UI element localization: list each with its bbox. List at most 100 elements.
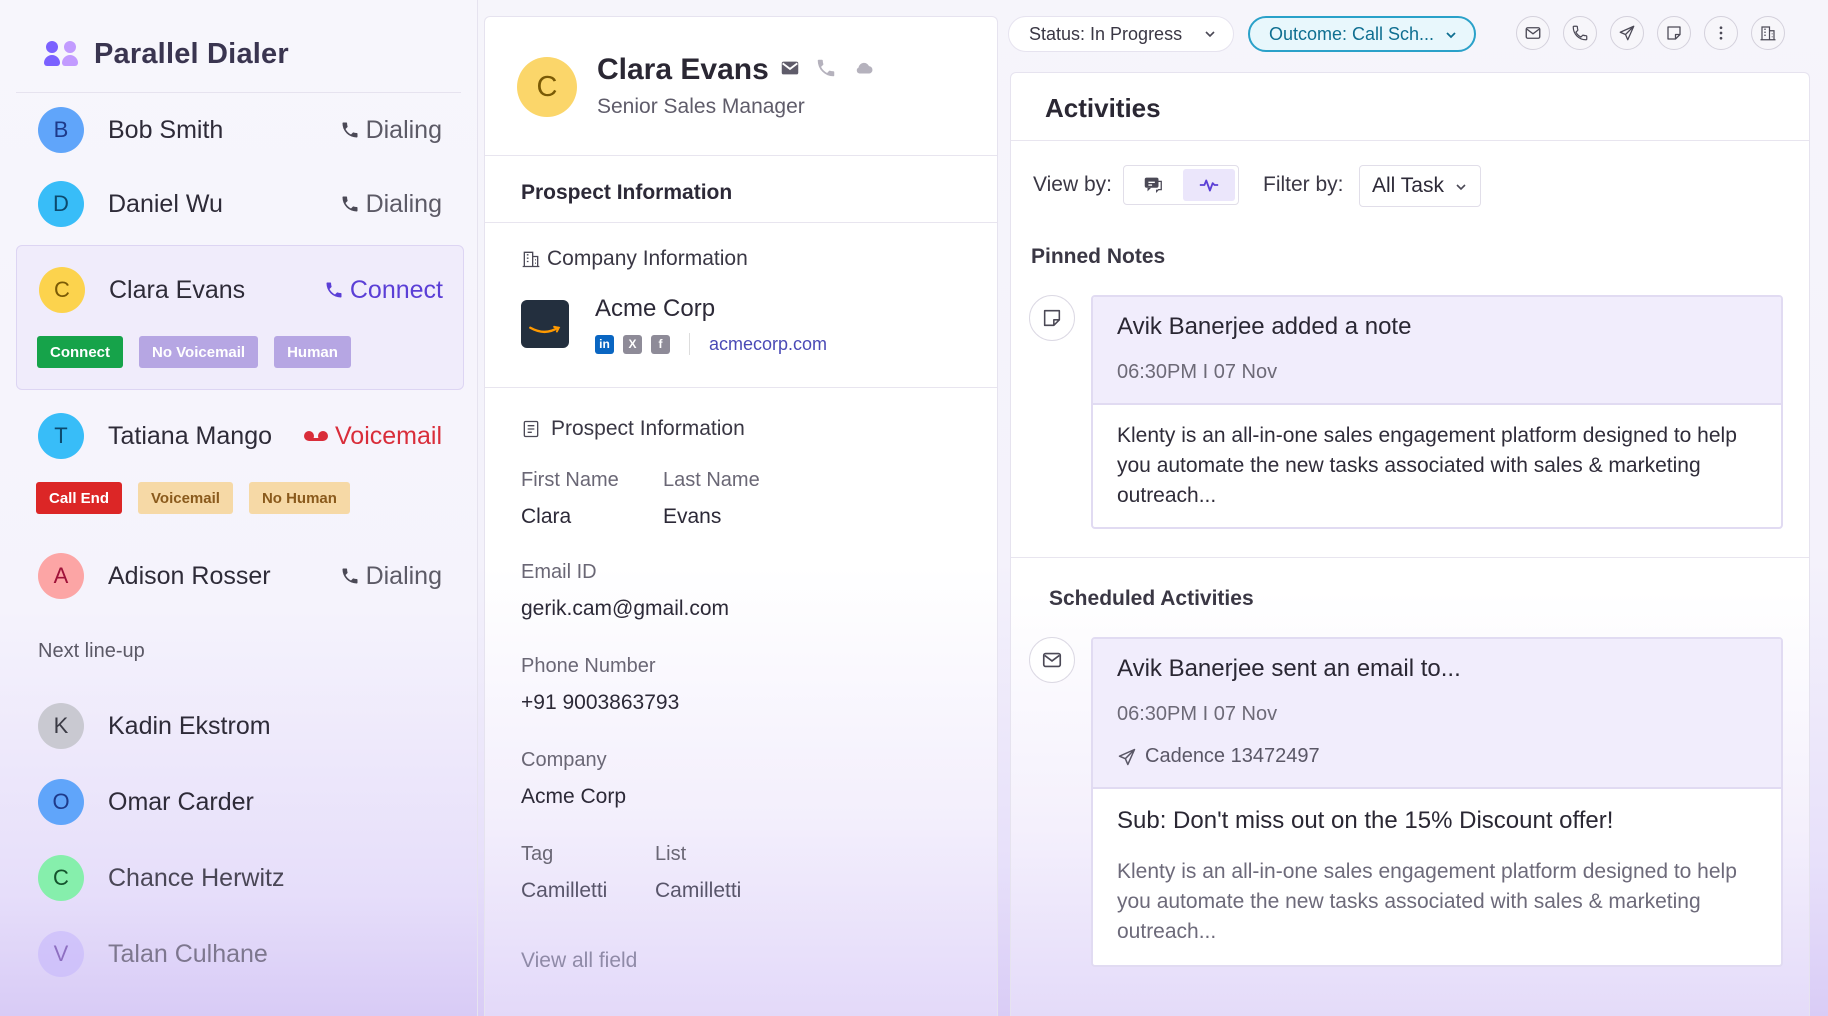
divider — [1011, 140, 1809, 141]
lineup-contact-row[interactable]: C Chance Herwitz — [16, 840, 464, 916]
voicemail-status: Voicemail — [303, 422, 442, 451]
cloud-icon[interactable] — [851, 57, 877, 79]
send-button[interactable] — [1610, 16, 1644, 50]
section-title: Prospect Information — [521, 181, 733, 204]
next-lineup-label: Next line-up — [38, 640, 145, 662]
avatar: A — [38, 553, 84, 599]
activity-heading: Avik Banerjee sent an email to... — [1117, 655, 1461, 682]
pinned-note-card[interactable]: Avik Banerjee added a note 06:30PM I 07 … — [1091, 295, 1783, 529]
company-social-links: in X f acmecorp.com — [595, 333, 827, 355]
lineup-contact-row[interactable]: O Omar Carder — [16, 764, 464, 840]
last-name-label: Last Name — [663, 469, 760, 491]
tag-human[interactable]: Human — [274, 336, 351, 368]
view-all-fields-link[interactable]: View all field — [521, 949, 637, 973]
first-name-value: Clara — [521, 505, 572, 528]
dialer-contact-row[interactable]: A Adison Rosser Dialing — [16, 538, 464, 614]
dialer-contact-row[interactable]: D Daniel Wu Dialing — [16, 166, 464, 242]
dialer-contact-row[interactable]: B Bob Smith Dialing — [16, 92, 464, 168]
avatar: D — [38, 181, 84, 227]
lineup-contact-row[interactable]: V Talan Culhane — [16, 916, 464, 992]
scheduled-activity-card[interactable]: Avik Banerjee sent an email to... 06:30P… — [1091, 637, 1783, 967]
phone-value: +91 9003863793 — [521, 691, 680, 714]
company-label: Company — [521, 749, 607, 771]
dialing-status: Dialing — [340, 190, 442, 219]
tag-no-voicemail[interactable]: No Voicemail — [139, 336, 259, 368]
tag-voicemail[interactable]: Voicemail — [138, 482, 233, 514]
avatar: C — [39, 267, 85, 313]
tag-call-end[interactable]: Call End — [36, 482, 123, 514]
activity-timestamp: 06:30PM I 07 Nov — [1117, 703, 1278, 725]
x-icon[interactable]: X — [623, 334, 642, 354]
active-call-card[interactable]: C Clara Evans Connect Connect No Voicema… — [16, 245, 464, 390]
connect-status: Connect — [324, 276, 443, 305]
phone-label: Phone Number — [521, 655, 656, 677]
email-value: gerik.cam@gmail.com — [521, 597, 730, 620]
dialing-status: Dialing — [340, 562, 442, 591]
phone-icon[interactable] — [815, 57, 837, 79]
status-label: Dialing — [365, 561, 442, 590]
company-url-link[interactable]: acmecorp.com — [709, 334, 827, 355]
lineup-contact-row[interactable]: K Kadin Ekstrom — [16, 688, 464, 764]
dialer-contact-row[interactable]: C Clara Evans Connect — [17, 246, 465, 334]
action-toolbar: Status: In Progress Outcome: Call Sch... — [1008, 16, 1820, 56]
email-timeline-icon — [1029, 637, 1075, 683]
status-label: Dialing — [365, 115, 442, 144]
more-button[interactable] — [1704, 16, 1738, 50]
scheduled-activities-title: Scheduled Activities — [1049, 587, 1254, 610]
note-timeline-icon — [1029, 295, 1075, 341]
company-info-label: Company Information — [547, 247, 748, 270]
prospect-avatar: C — [517, 57, 577, 117]
email-subject: Sub: Don't miss out on the 15% Discount … — [1117, 807, 1614, 834]
note-button[interactable] — [1657, 16, 1691, 50]
last-name-value: Evans — [663, 505, 722, 528]
activity-pulse-icon — [1199, 179, 1219, 192]
note-heading: Avik Banerjee added a note — [1117, 313, 1412, 340]
chevron-down-icon — [1205, 31, 1215, 38]
phone-icon — [342, 568, 358, 584]
tag-no-human[interactable]: No Human — [248, 482, 350, 514]
send-icon — [1619, 25, 1635, 41]
email-icon[interactable] — [779, 57, 801, 79]
outcome-dropdown[interactable]: Outcome: Call Sch... — [1248, 16, 1476, 52]
cadence-label: Cadence 13472497 — [1145, 745, 1320, 767]
avatar: T — [38, 413, 84, 459]
company-button[interactable] — [1751, 16, 1785, 50]
linkedin-icon[interactable]: in — [595, 334, 614, 354]
app-frame: Parallel Dialer B Bob Smith Dialing D Da… — [0, 0, 1828, 1016]
contact-name: Omar Carder — [108, 787, 254, 816]
chat-icon — [1144, 177, 1162, 193]
activities-panel: Activities View by: Filter by: All Task … — [1010, 72, 1810, 1016]
status-dropdown[interactable]: Status: In Progress — [1008, 16, 1234, 52]
facebook-icon[interactable]: f — [651, 334, 670, 354]
call-button[interactable] — [1563, 16, 1597, 50]
phone-icon — [326, 282, 342, 298]
toolbar-icons — [1516, 16, 1785, 50]
divider — [1011, 557, 1809, 558]
avatar: V — [38, 931, 84, 977]
filter-by-select[interactable]: All Task — [1359, 165, 1481, 207]
outcome-dropdown-label: Outcome: Call Sch... — [1269, 23, 1435, 44]
note-header: Avik Banerjee added a note 06:30PM I 07 … — [1093, 297, 1781, 405]
contact-name: Kadin Ekstrom — [108, 711, 271, 740]
prospect-info-label: Prospect Information — [551, 417, 745, 440]
smile-logo-icon — [529, 325, 561, 334]
pinned-notes-title: Pinned Notes — [1031, 245, 1166, 268]
view-by-conversation-button[interactable] — [1127, 169, 1179, 201]
more-icon — [1719, 26, 1723, 40]
divider — [485, 155, 997, 156]
send-icon — [1118, 748, 1136, 765]
view-by-activity-button[interactable] — [1183, 169, 1235, 201]
status-dropdown-label: Status: In Progress — [1029, 23, 1183, 44]
chevron-down-icon — [1456, 184, 1466, 191]
prospect-info-header: Prospect Information — [521, 417, 745, 441]
building-icon — [522, 251, 540, 268]
dialer-contact-row[interactable]: T Tatiana Mango Voicemail — [16, 398, 464, 474]
prospect-quick-actions — [779, 57, 877, 79]
prospect-panel: C Clara Evans Senior Sales Manager Prosp… — [484, 16, 998, 1016]
prospect-job-title: Senior Sales Manager — [597, 95, 805, 118]
tag-connect[interactable]: Connect — [37, 336, 123, 368]
avatar: C — [38, 855, 84, 901]
note-timestamp: 06:30PM I 07 Nov — [1117, 361, 1278, 383]
email-button[interactable] — [1516, 16, 1550, 50]
phone-icon — [342, 196, 358, 212]
